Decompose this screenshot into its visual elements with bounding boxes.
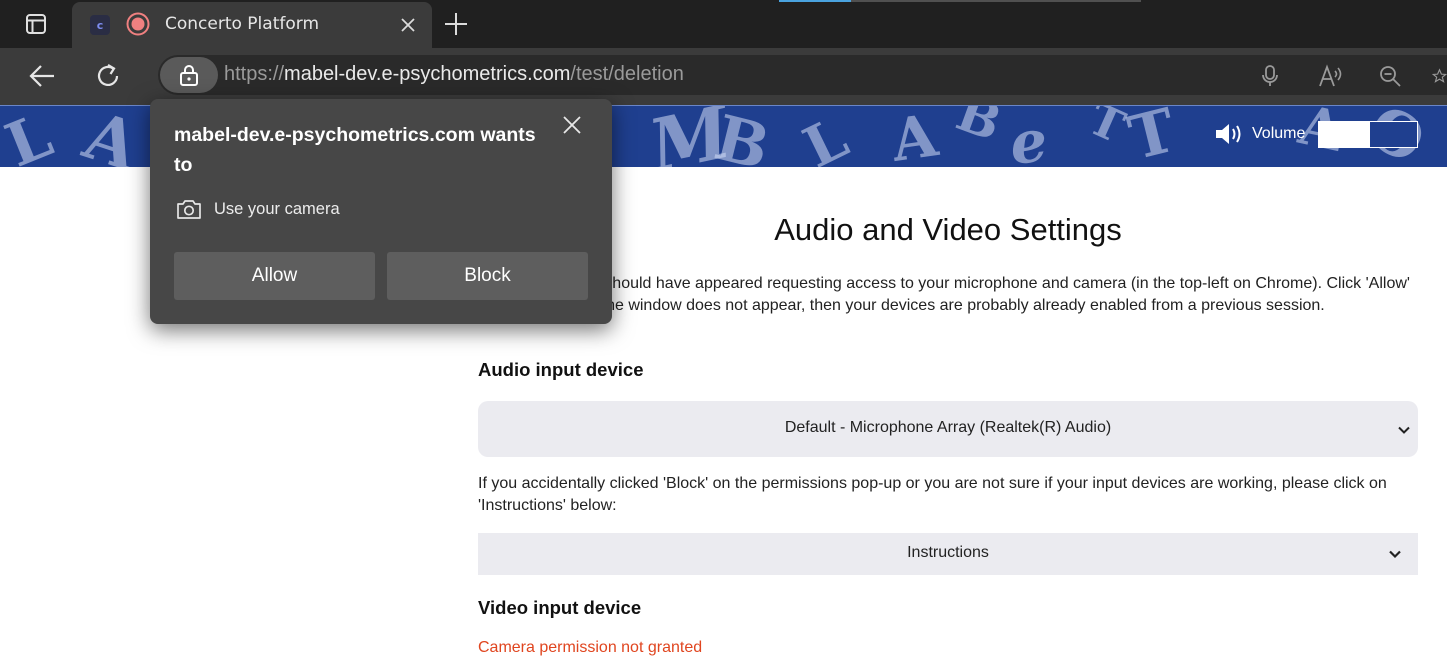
refresh-icon (97, 64, 119, 87)
refresh-button[interactable] (92, 60, 124, 92)
tab-strip-accent (779, 0, 851, 2)
url-path: /test/deletion (570, 63, 684, 85)
favorite-button[interactable] (1432, 63, 1447, 89)
allow-button[interactable]: Allow (174, 252, 375, 300)
instructions-label: Instructions (907, 544, 989, 561)
camera-permission-row: Use your camera (176, 197, 340, 221)
page-title: Audio and Video Settings (774, 212, 1122, 247)
banner-letter: A (887, 105, 942, 167)
speaker-icon[interactable] (1214, 121, 1246, 147)
chevron-down-icon (1398, 426, 1410, 434)
read-aloud-icon (1319, 64, 1342, 87)
banner-letter: T (1122, 105, 1183, 167)
camera-permission-popup: mabel-dev.e-psychometrics.com wants to U… (150, 99, 612, 324)
popup-heading: mabel-dev.e-psychometrics.com wants to (174, 124, 536, 176)
tab-strip-divider (851, 0, 1141, 2)
banner-letter: B (949, 105, 1010, 153)
address-bar[interactable]: https://mabel-dev.e-psychometrics.com/te… (158, 55, 1447, 95)
camera-icon (177, 200, 201, 219)
volume-label: Volume (1252, 125, 1306, 142)
back-button[interactable] (26, 60, 58, 92)
browser-toolbar: https://mabel-dev.e-psychometrics.com/te… (0, 48, 1447, 105)
voice-search-button[interactable] (1257, 63, 1283, 89)
chevron-down-icon (1389, 550, 1401, 559)
url-host: mabel-dev.e-psychometrics.com (284, 63, 571, 85)
intro-text: A pop-up window should have appeared req… (478, 275, 1410, 314)
banner-letter: e (1006, 106, 1051, 167)
tab-actions-menu-button[interactable] (14, 12, 58, 36)
zoom-out-icon (1380, 66, 1401, 87)
tab-actions-icon (26, 14, 46, 34)
block-button[interactable]: Block (387, 252, 588, 300)
instructions-accordion[interactable]: Instructions (478, 533, 1418, 575)
video-input-heading: Video input device (478, 597, 642, 618)
volume-control: Volume (1214, 120, 1305, 148)
star-icon (1432, 68, 1447, 83)
site-favicon-icon: c (90, 15, 110, 35)
banner-letter: L (0, 105, 62, 167)
audio-input-selected-value: Default - Microphone Array (Realtek(R) A… (784, 419, 1112, 436)
tab-bar: c Concerto Platform (0, 0, 1447, 48)
permission-hint-text: If you accidentally clicked 'Block' on t… (478, 475, 1387, 514)
tab-concerto-platform[interactable]: c Concerto Platform (72, 2, 432, 48)
banner-letter: L (793, 105, 858, 167)
recording-indicator-icon (126, 12, 150, 36)
microphone-icon (1262, 65, 1278, 86)
lock-icon (180, 65, 198, 86)
camera-permission-error: Camera permission not granted (478, 639, 703, 656)
site-info-button[interactable] (160, 57, 218, 93)
banner-letter: A (75, 105, 149, 167)
url-scheme: https:// (224, 63, 285, 85)
audio-input-select[interactable]: Default - Microphone Array (Realtek(R) A… (478, 401, 1418, 457)
camera-permission-label: Use your camera (214, 199, 340, 218)
new-tab-plus-icon[interactable] (442, 10, 470, 38)
url-text[interactable]: https://mabel-dev.e-psychometrics.com/te… (224, 63, 684, 86)
volume-slider[interactable] (1318, 121, 1418, 148)
volume-slider-fill (1319, 122, 1370, 147)
audio-input-heading: Audio input device (478, 359, 644, 380)
tab-close-icon[interactable] (398, 15, 418, 35)
arrow-left-icon (29, 65, 54, 87)
zoom-button[interactable] (1377, 63, 1403, 89)
read-aloud-button[interactable] (1318, 63, 1344, 89)
tab-title: Concerto Platform (165, 14, 320, 34)
close-icon[interactable] (561, 114, 583, 136)
